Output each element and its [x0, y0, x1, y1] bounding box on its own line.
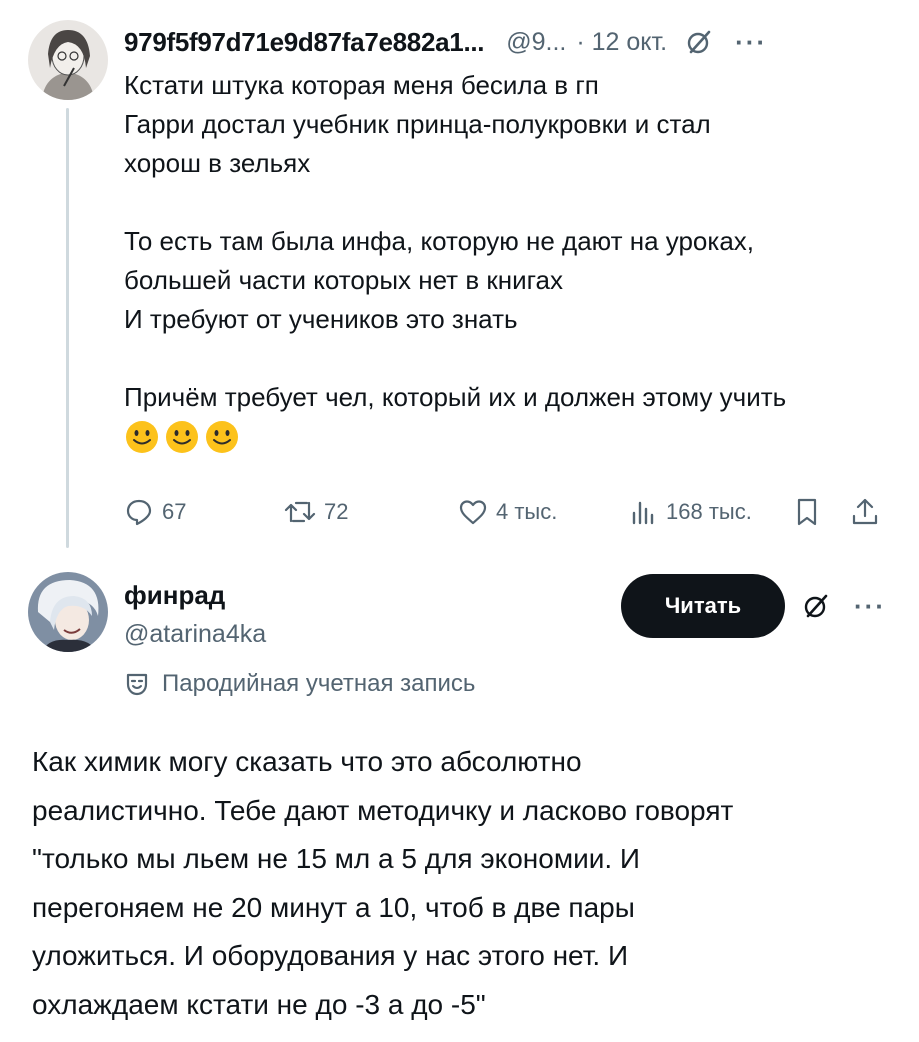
text-line: "только мы льем не 15 мл а 5 для экономи…	[32, 843, 641, 874]
text-line: То есть там была инфа, которую не дают н…	[124, 226, 755, 256]
views-icon	[632, 501, 654, 525]
tweet-date[interactable]: · 12 окт.	[576, 28, 667, 57]
parody-text: Пародийная учетная запись	[162, 670, 476, 697]
tweet-text: Как химик могу сказать что это абсолютно…	[32, 738, 892, 1029]
text-line: уложиться. И оборудования у нас этого не…	[32, 940, 629, 971]
parody-label: Пародийная учетная запись	[124, 666, 475, 702]
author-name[interactable]: финрад	[124, 580, 225, 611]
bookmark-icon	[797, 498, 817, 526]
reply-button[interactable]: 67	[124, 497, 186, 527]
share-button[interactable]	[850, 496, 880, 528]
grok-icon[interactable]	[800, 590, 832, 622]
more-icon[interactable]: ···	[850, 590, 890, 622]
slightly-smiling-face-icon	[124, 419, 160, 455]
like-button[interactable]: 4 тыс.	[458, 497, 557, 527]
tweet-text: Кстати штука которая меня бесила в гп Га…	[124, 66, 904, 455]
text-line: И требуют от учеников это знать	[124, 304, 518, 334]
thread-connector	[66, 108, 69, 548]
text-line: охлаждаем кстати не до -3 а до -5"	[32, 988, 486, 1020]
text-line: реалистично. Тебе дают методичку и ласко…	[32, 794, 734, 826]
retweet-button[interactable]: 72	[284, 497, 348, 527]
share-icon	[852, 498, 878, 525]
reply-count: 67	[162, 499, 187, 524]
avatar[interactable]	[28, 20, 108, 100]
text-line: Как химик могу сказать что это абсолютно	[32, 746, 582, 777]
text-line: Причём требует чел, который их и должен …	[124, 382, 787, 412]
text-line: хорош в зельях	[124, 148, 311, 178]
retweet-count: 72	[324, 499, 349, 524]
text-line: Кстати штука которая меня бесила в гп	[124, 70, 599, 100]
like-icon	[459, 500, 487, 525]
emoji-row	[124, 419, 904, 455]
text-line: Гарри достал учебник принца-полукровки и…	[124, 109, 711, 139]
more-icon[interactable]: ···	[731, 26, 771, 58]
retweet-icon	[284, 501, 316, 523]
slightly-smiling-face-icon	[164, 419, 200, 455]
views-button[interactable]: 168 тыс.	[628, 497, 752, 527]
text-line: перегоняем не 20 минут а 10, чтоб в две …	[32, 891, 635, 923]
action-bar: 67 72 4 тыс. 168 тыс.	[124, 492, 894, 532]
views-count: 168 тыс.	[666, 499, 752, 524]
parody-mask-icon	[126, 673, 148, 696]
author-handle[interactable]: @atarina4ka	[124, 620, 266, 649]
reply-icon	[126, 499, 152, 526]
bookmark-button[interactable]	[792, 496, 822, 528]
like-count: 4 тыс.	[496, 499, 558, 524]
slightly-smiling-face-icon	[204, 419, 240, 455]
author-handle[interactable]: @9...	[506, 28, 566, 57]
follow-button[interactable]: Читать	[621, 574, 785, 638]
author-name[interactable]: 979f5f97d71e9d87fa7e882a1...	[124, 27, 485, 58]
grok-icon[interactable]	[683, 26, 715, 58]
avatar[interactable]	[28, 572, 108, 652]
text-line: большей части которых нет в книгах	[124, 265, 563, 295]
tweet-header: 979f5f97d71e9d87fa7e882a1... @9... · 12 …	[124, 22, 899, 62]
